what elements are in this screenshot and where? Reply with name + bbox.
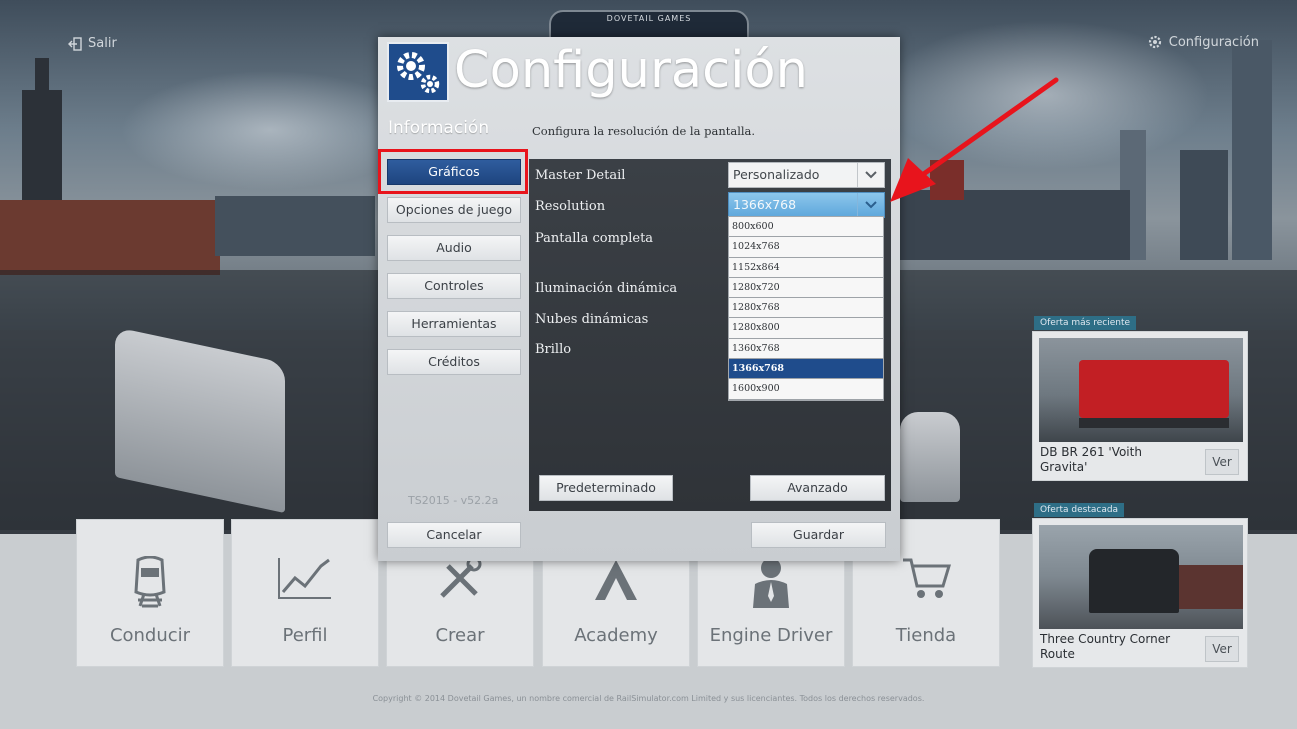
copyright-text: Copyright © 2014 Dovetail Games, un nomb… [372, 694, 925, 703]
resolution-option[interactable]: 1600x900 [729, 379, 883, 400]
section-title: Información [388, 118, 490, 138]
logo-text: DOVETAIL GAMES [606, 14, 692, 23]
resolution-dropdown: 800x600 1024x768 1152x864 1280x720 1280x768 1… [728, 216, 884, 401]
config-button[interactable]: Configuración [1147, 34, 1259, 50]
tab-audio[interactable]: Audio [387, 235, 521, 261]
settings-panel: Master Detail Resolution Pantalla comple… [529, 159, 891, 511]
line-chart-icon [278, 558, 331, 599]
default-button[interactable]: Predeterminado [539, 475, 673, 501]
setting-label: Brillo [535, 342, 572, 357]
cloud [120, 70, 420, 190]
resolution-option[interactable]: 800x600 [729, 217, 883, 238]
station-building [0, 200, 220, 275]
tile-label: Crear [435, 625, 485, 646]
resolution-option[interactable]: 1366x768 [729, 359, 883, 380]
exit-icon [68, 36, 82, 51]
city-block [215, 196, 375, 256]
tile-label: Engine Driver [709, 625, 833, 646]
highlight-frame [378, 149, 528, 194]
tools-icon [440, 556, 482, 598]
offer-image [1039, 338, 1243, 442]
version-label: TS2015 - v52.2a [408, 494, 499, 507]
tile-conducir[interactable]: Conducir [76, 519, 224, 667]
offer-tag: Oferta destacada [1034, 503, 1125, 517]
gears-icon [387, 42, 449, 102]
annotation-arrow-icon [890, 77, 1059, 202]
train-right [900, 412, 960, 502]
resolution-option[interactable]: 1024x768 [729, 237, 883, 258]
academy-icon [595, 560, 637, 600]
game-logo: DOVETAIL GAMES [549, 10, 749, 40]
setting-label: Iluminación dinámica [535, 281, 678, 296]
offer-title: Three Country Corner Route [1040, 632, 1171, 661]
tab-opciones-de-juego[interactable]: Opciones de juego [387, 197, 521, 223]
tab-herramientas[interactable]: Herramientas [387, 311, 521, 337]
offer-title: DB BR 261 'Voith Gravita' [1040, 445, 1142, 474]
save-button[interactable]: Guardar [751, 522, 886, 548]
advanced-button[interactable]: Avanzado [750, 475, 885, 501]
cancel-button[interactable]: Cancelar [387, 522, 521, 548]
skyscraper [1232, 40, 1272, 260]
skyscraper [1180, 150, 1228, 260]
cart-icon [903, 558, 951, 598]
exit-button[interactable]: Salir [68, 36, 117, 51]
gear-icon [1148, 35, 1161, 49]
view-offer-button[interactable]: Ver [1205, 449, 1239, 475]
driver-icon [753, 558, 789, 608]
tab-controles[interactable]: Controles [387, 273, 521, 299]
setting-label: Resolution [535, 199, 606, 214]
offer-tag: Oferta más reciente [1034, 316, 1137, 330]
tile-label: Tienda [895, 625, 957, 646]
offer-card-newest[interactable]: DB BR 261 'Voith Gravita' Ver [1032, 331, 1248, 481]
select-value: Personalizado [733, 167, 820, 182]
config-dialog: Configuración Información Configura la r… [378, 37, 900, 561]
resolution-select[interactable]: 1366x768 [728, 192, 885, 218]
tile-label: Conducir [109, 625, 191, 646]
tile-label: Academy [574, 625, 658, 646]
section-description: Configura la resolución de la pantalla. [532, 124, 756, 138]
resolution-option[interactable]: 1152x864 [729, 258, 883, 278]
select-value: 1366x768 [733, 197, 797, 212]
setting-label: Pantalla completa [535, 231, 654, 246]
resolution-option[interactable]: 1280x720 [729, 278, 883, 299]
view-offer-button[interactable]: Ver [1205, 636, 1239, 662]
setting-label: Master Detail [535, 168, 626, 183]
offer-image [1039, 525, 1243, 629]
train-front-icon [134, 556, 166, 608]
resolution-option[interactable]: 1280x768 [729, 298, 883, 319]
exit-label: Salir [88, 36, 117, 51]
master-detail-select[interactable]: Personalizado [728, 162, 885, 188]
offer-card-featured[interactable]: Three Country Corner Route Ver [1032, 518, 1248, 668]
tile-label: Perfil [282, 625, 328, 646]
config-label: Configuración [1168, 34, 1259, 50]
dialog-title: Configuración [454, 41, 808, 100]
tab-creditos[interactable]: Créditos [387, 349, 521, 375]
tile-perfil[interactable]: Perfil [231, 519, 379, 667]
tower-spire [35, 58, 49, 94]
setting-label: Nubes dinámicas [535, 312, 649, 327]
resolution-option[interactable]: 1280x800 [729, 318, 883, 339]
resolution-option[interactable]: 1360x768 [729, 339, 883, 360]
